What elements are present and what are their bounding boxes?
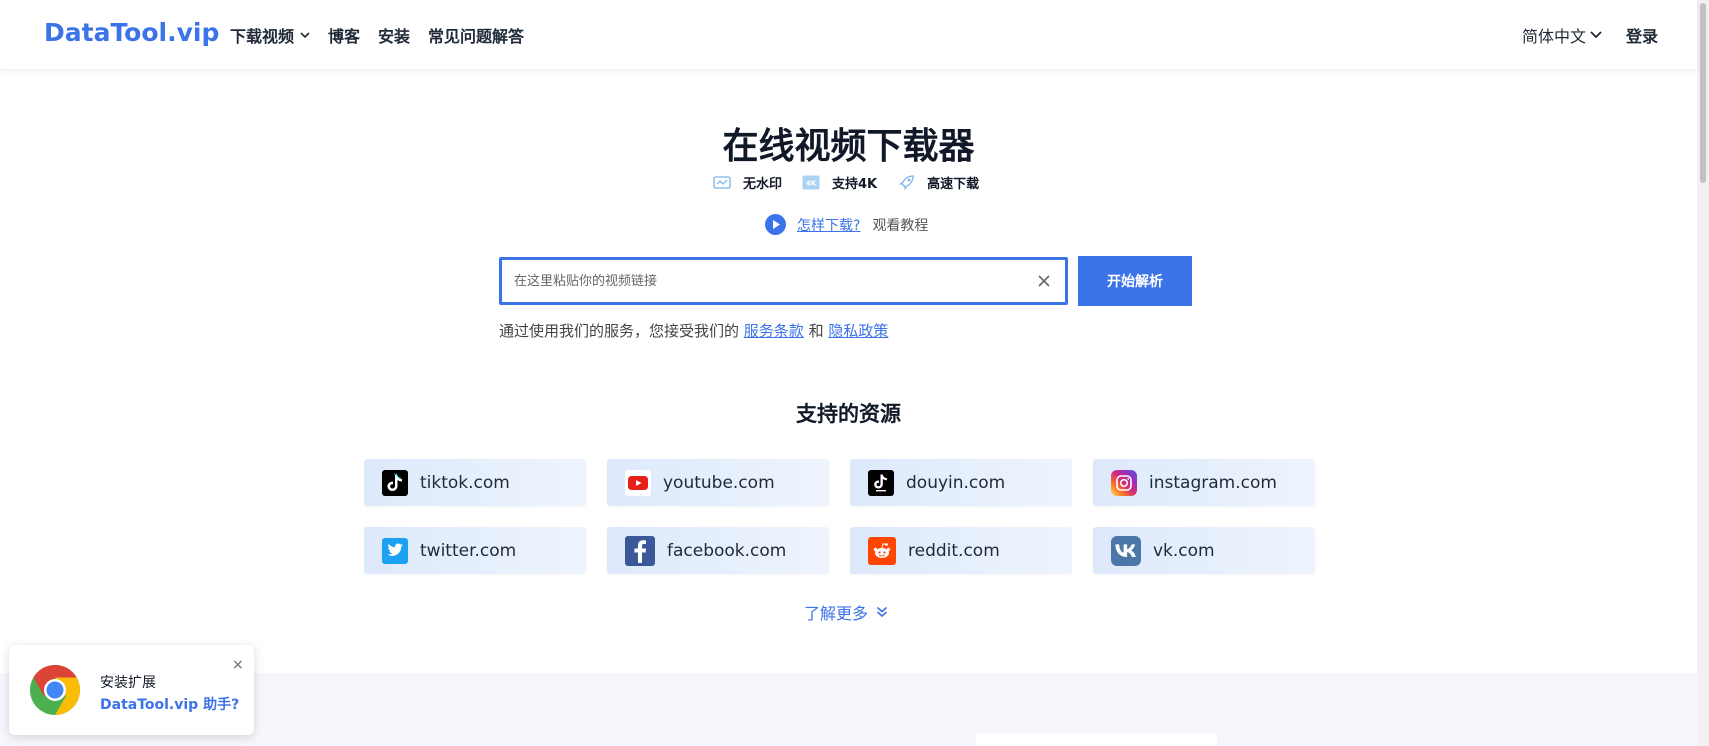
chevron-down-icon xyxy=(1590,31,1602,39)
rocket-icon xyxy=(899,174,914,190)
douyin-icon xyxy=(868,469,894,496)
learn-more-link[interactable]: 了解更多 xyxy=(804,600,888,624)
bottom-card xyxy=(976,734,1217,746)
top-header: DataTool.vip 下载视频 博客 安装 常见问题解答 简体中文 登录 xyxy=(0,0,1697,69)
nav-download-video-label: 下载视频 xyxy=(230,27,295,46)
chrome-icon xyxy=(30,665,80,715)
source-label: youtube.com xyxy=(663,472,775,493)
main-nav: 下载视频 博客 安装 常见问题解答 xyxy=(230,23,542,47)
source-label: facebook.com xyxy=(667,540,787,561)
youtube-icon xyxy=(625,469,651,496)
video-url-input[interactable] xyxy=(514,260,1014,302)
source-label: douyin.com xyxy=(906,472,1006,493)
tiktok-icon xyxy=(382,469,408,496)
feature-no-watermark: 无水印 xyxy=(713,173,782,192)
twitter-icon xyxy=(382,537,408,564)
svg-text:4K: 4K xyxy=(806,180,817,188)
terms-prefix: 通过使用我们的服务，您接受我们的 xyxy=(499,322,740,340)
play-icon[interactable] xyxy=(765,214,786,235)
login-button[interactable]: 登录 xyxy=(1626,23,1658,47)
sources-title: 支持的资源 xyxy=(796,402,901,426)
4k-icon: 4K xyxy=(802,175,820,190)
source-label: reddit.com xyxy=(908,540,1000,561)
source-card-youtube[interactable]: youtube.com xyxy=(607,459,829,506)
source-card-tiktok[interactable]: tiktok.com xyxy=(364,459,586,506)
nav-blog[interactable]: 博客 xyxy=(328,23,360,47)
source-card-twitter[interactable]: twitter.com xyxy=(364,527,586,574)
popup-title: 安装扩展 xyxy=(100,675,156,691)
terms-and: 和 xyxy=(808,322,824,340)
feature-4k: 4K 支持4K xyxy=(802,173,877,192)
feature-fast-download: 高速下载 xyxy=(897,173,979,192)
source-label: tiktok.com xyxy=(420,472,510,493)
feature-list: 无水印 4K 支持4K 高速下载 xyxy=(713,173,999,192)
facebook-icon xyxy=(625,535,655,566)
page-scrollbar[interactable] xyxy=(1697,0,1709,746)
source-label: twitter.com xyxy=(420,540,517,561)
language-label: 简体中文 xyxy=(1522,27,1587,46)
page-title: 在线视频下载器 xyxy=(722,126,975,167)
source-card-facebook[interactable]: facebook.com xyxy=(607,527,829,574)
nav-install[interactable]: 安装 xyxy=(378,23,410,47)
feature-label: 高速下载 xyxy=(927,177,980,192)
vk-icon xyxy=(1111,535,1141,566)
bottom-section xyxy=(0,673,1697,746)
site-logo[interactable]: DataTool.vip xyxy=(44,18,219,47)
source-card-vk[interactable]: vk.com xyxy=(1093,527,1315,574)
reddit-icon xyxy=(868,536,896,565)
popup-extension-link[interactable]: DataTool.vip 助手? xyxy=(100,694,239,714)
feature-label: 支持4K xyxy=(832,177,878,192)
double-chevron-down-icon xyxy=(876,606,888,618)
terms-of-service-link[interactable]: 服务条款 xyxy=(744,322,804,340)
source-card-douyin[interactable]: douyin.com xyxy=(850,459,1072,506)
sources-grid: tiktok.com youtube.com douyin.com instag… xyxy=(364,459,1315,574)
howto-link[interactable]: 怎样下载? xyxy=(797,215,860,235)
source-card-reddit[interactable]: reddit.com xyxy=(850,527,1072,574)
source-label: vk.com xyxy=(1153,540,1215,561)
chevron-down-icon xyxy=(300,31,310,38)
source-card-instagram[interactable]: instagram.com xyxy=(1093,459,1315,506)
nav-download-video[interactable]: 下载视频 xyxy=(230,23,310,47)
search-box xyxy=(499,257,1068,305)
install-extension-popup[interactable]: 安装扩展 DataTool.vip 助手? × xyxy=(9,645,254,735)
page: DataTool.vip 下载视频 博客 安装 常见问题解答 简体中文 登录 在… xyxy=(0,0,1709,746)
popup-close-button[interactable]: × xyxy=(232,657,244,673)
start-parse-button[interactable]: 开始解析 xyxy=(1078,256,1192,306)
privacy-policy-link[interactable]: 隐私政策 xyxy=(828,322,888,340)
source-label: instagram.com xyxy=(1149,472,1277,493)
scrollbar-thumb[interactable] xyxy=(1700,3,1706,183)
feature-label: 无水印 xyxy=(743,177,783,192)
howto-row: 怎样下载? 观看教程 xyxy=(765,214,928,235)
nav-faq[interactable]: 常见问题解答 xyxy=(428,23,524,47)
learn-more-label: 了解更多 xyxy=(804,604,869,623)
no-watermark-icon xyxy=(713,176,731,189)
howto-text: 观看教程 xyxy=(872,217,929,234)
instagram-icon xyxy=(1111,469,1137,496)
language-selector[interactable]: 简体中文 xyxy=(1522,23,1602,47)
clear-icon[interactable] xyxy=(1035,272,1053,290)
terms-notice: 通过使用我们的服务，您接受我们的 服务条款 和 隐私政策 xyxy=(499,320,888,341)
